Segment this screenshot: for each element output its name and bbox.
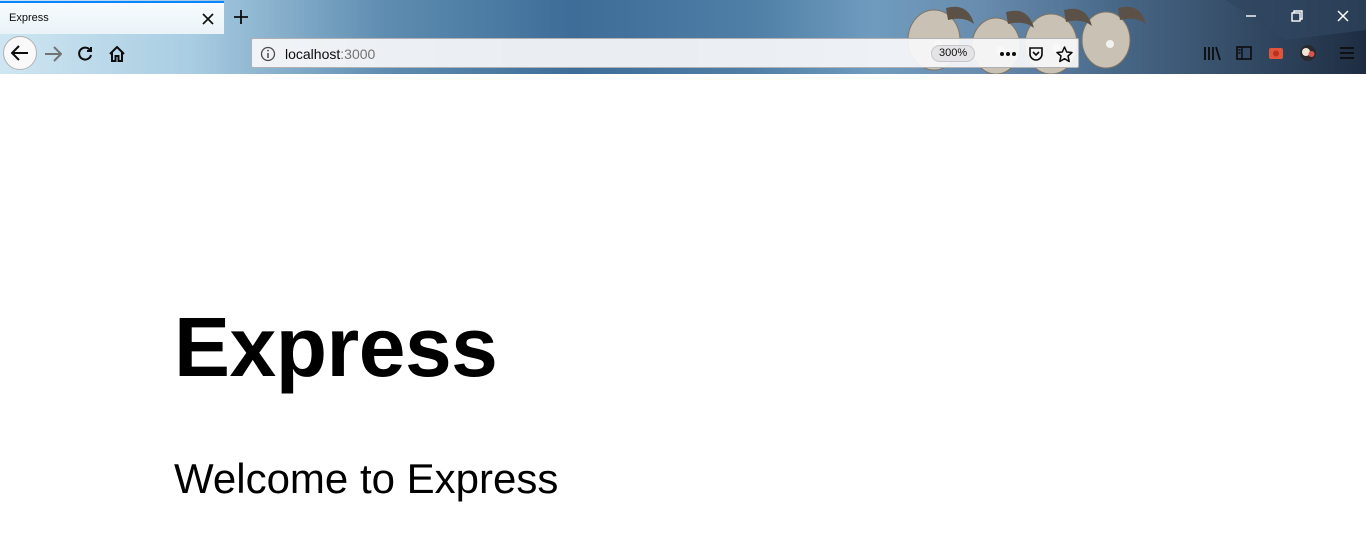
hamburger-menu-icon[interactable] <box>1336 42 1358 64</box>
minimize-window-icon[interactable] <box>1228 0 1274 32</box>
tab-strip: Express <box>0 0 1366 34</box>
library-icon[interactable] <box>1201 42 1223 64</box>
info-icon[interactable] <box>260 46 276 62</box>
restore-window-icon[interactable] <box>1274 0 1320 32</box>
back-arrow-icon[interactable] <box>3 36 37 70</box>
url-port: :3000 <box>340 46 376 62</box>
home-icon[interactable] <box>101 38 133 70</box>
url-host: localhost <box>285 46 341 62</box>
page-content: Express Welcome to Express <box>0 74 1366 557</box>
sidebar-icon[interactable] <box>1233 42 1255 64</box>
navigation-toolbar: localhost:3000 300% <box>0 34 1366 74</box>
zoom-level-badge[interactable]: 300% <box>931 45 976 62</box>
welcome-text: Welcome to Express <box>174 455 559 502</box>
page-title: Express <box>174 300 498 394</box>
star-icon[interactable] <box>1053 44 1075 64</box>
tab-express[interactable]: Express <box>0 1 224 34</box>
pocket-icon[interactable] <box>1025 44 1047 64</box>
close-window-icon[interactable] <box>1320 0 1366 32</box>
reload-icon[interactable] <box>69 38 101 70</box>
url-text[interactable]: localhost:3000 <box>285 46 375 62</box>
tab-title: Express <box>9 12 49 24</box>
address-bar[interactable]: localhost:3000 300% <box>251 38 1079 68</box>
more-dots-icon[interactable] <box>997 44 1019 64</box>
account-icon[interactable] <box>1297 42 1319 64</box>
tab-close-icon[interactable] <box>198 9 218 29</box>
new-tab-plus-icon[interactable] <box>229 5 253 29</box>
extension-icon[interactable] <box>1265 42 1287 64</box>
browser-chrome: Express localhost:3000 300% <box>0 0 1366 74</box>
forward-arrow-icon[interactable] <box>37 38 69 70</box>
